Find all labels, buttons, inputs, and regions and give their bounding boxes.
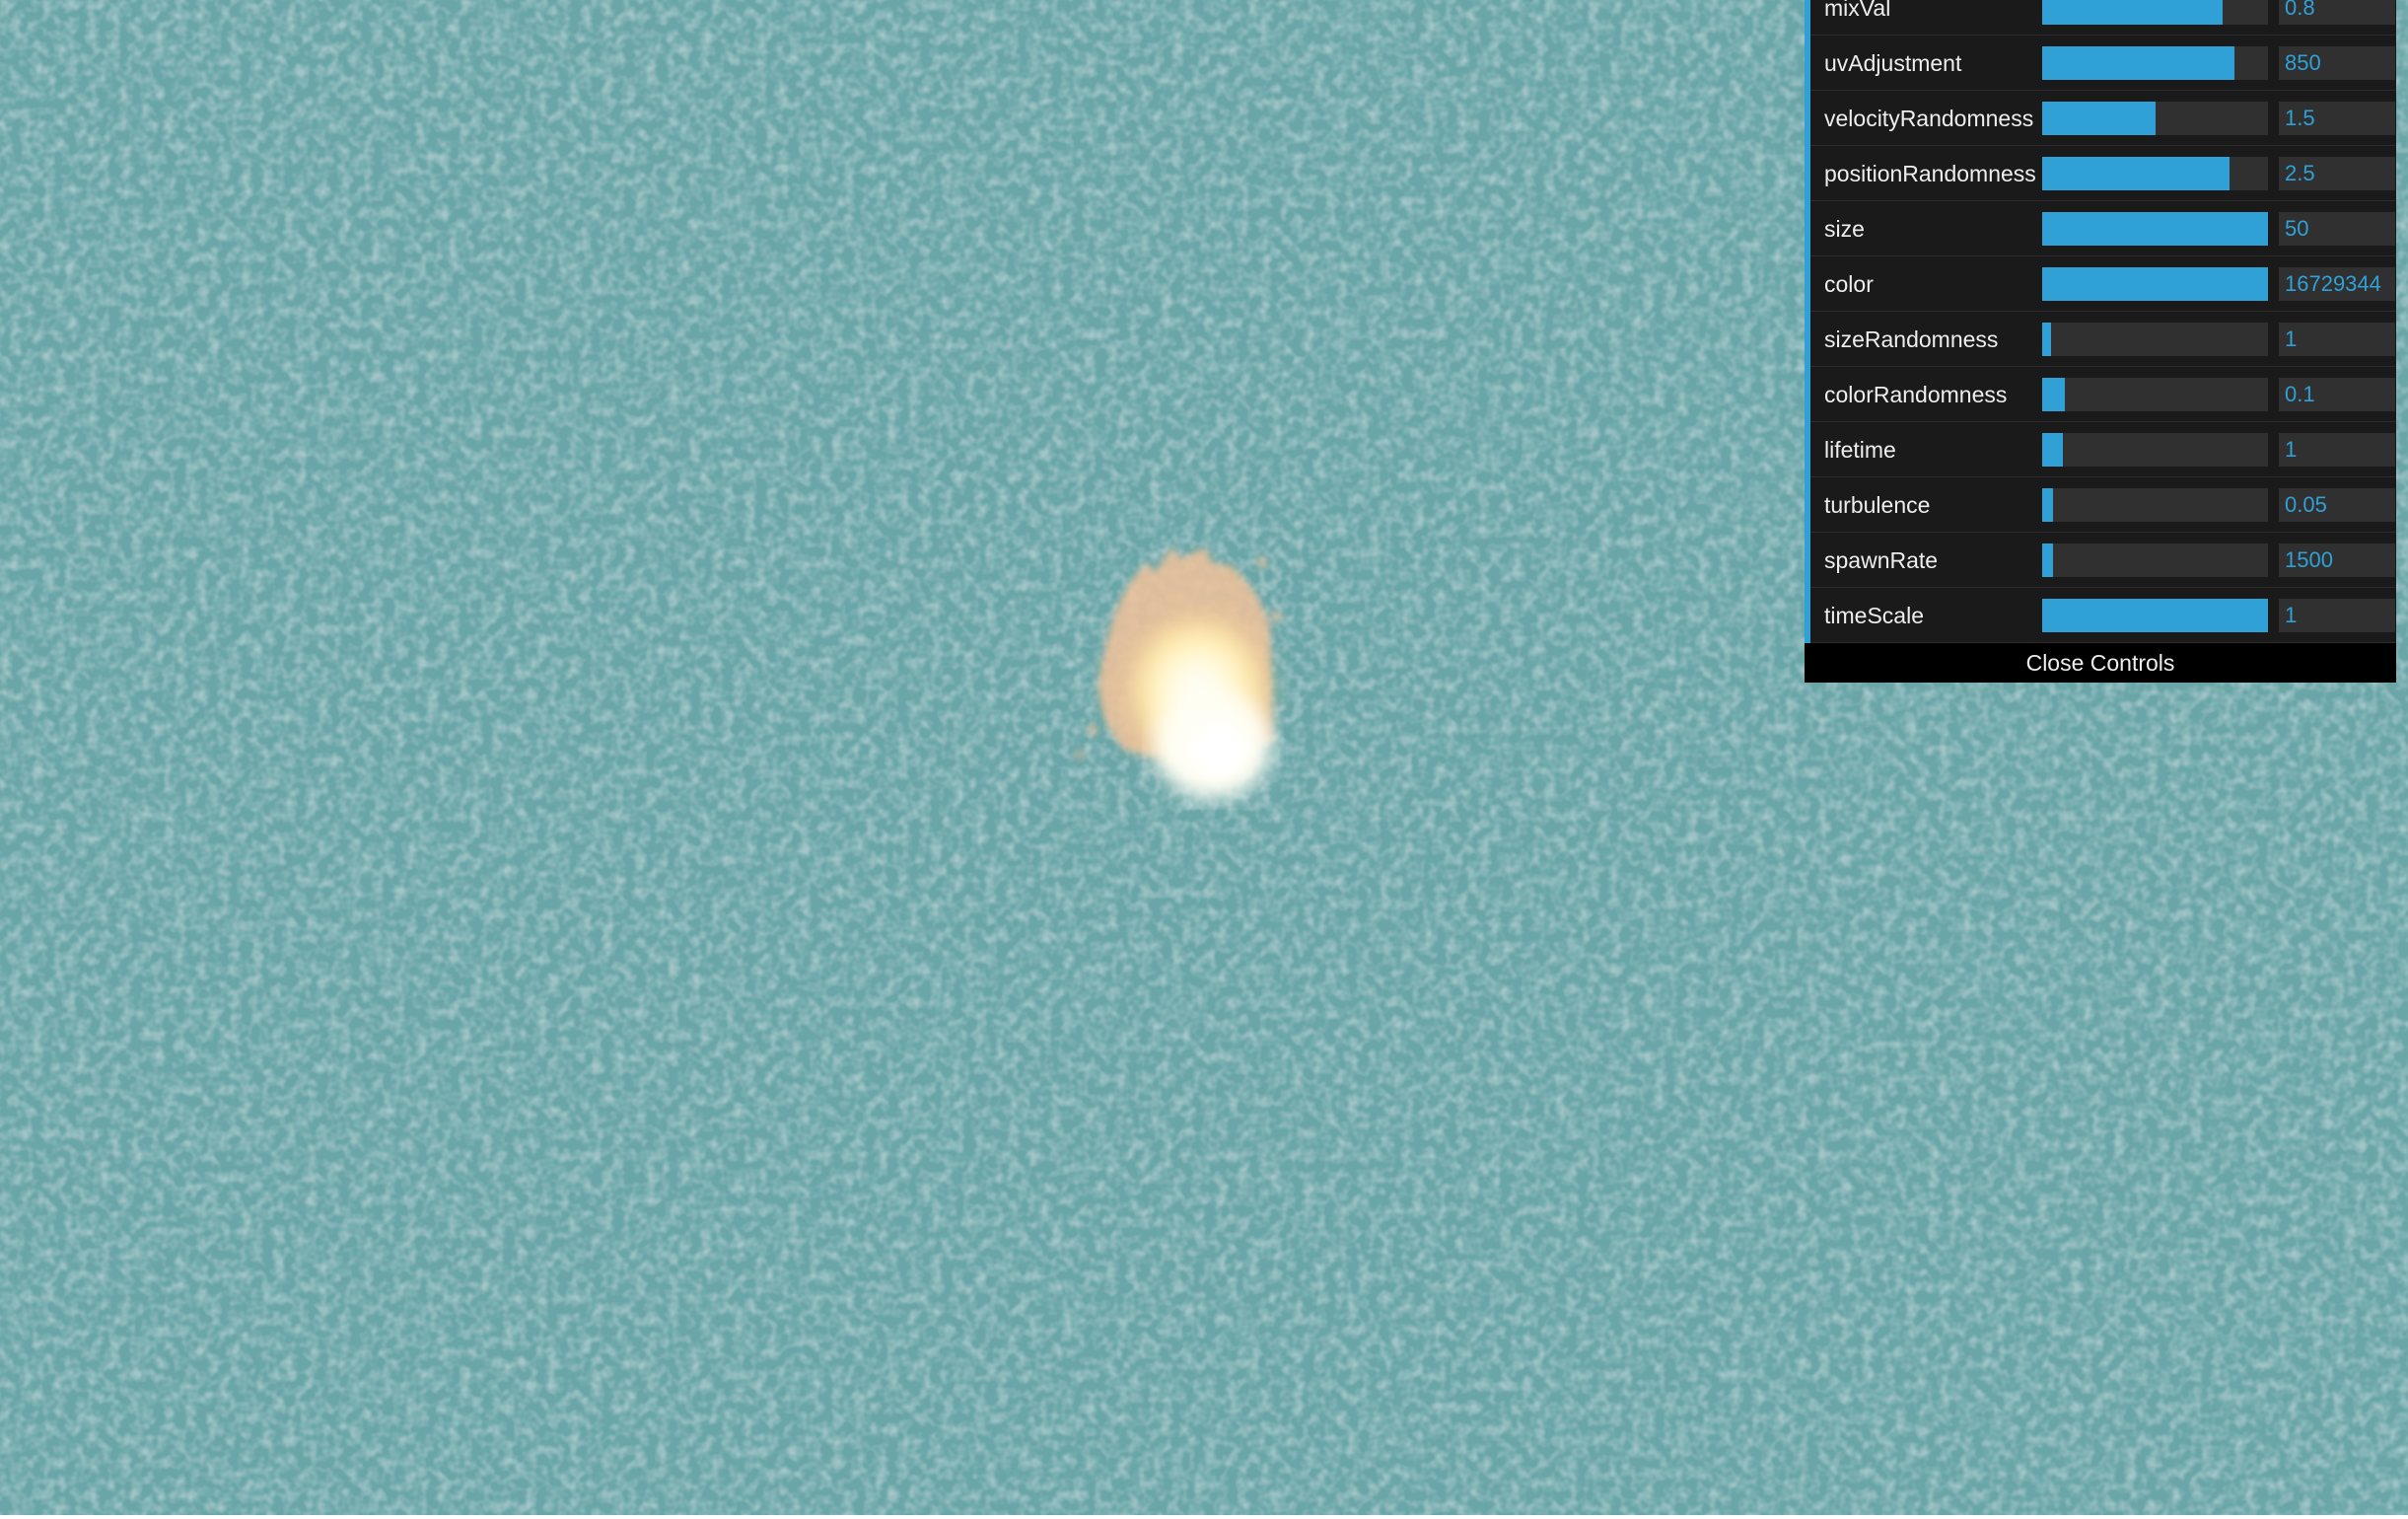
control-value-input[interactable]: 850 (2279, 46, 2395, 80)
control-label: positionRandomness (1824, 161, 2036, 186)
control-row-timeScale: timeScale 1 (1810, 588, 2396, 643)
control-label: colorRandomness (1824, 382, 2008, 407)
control-slider[interactable] (2042, 267, 2268, 301)
slider-fill (2042, 599, 2268, 632)
control-slider[interactable] (2042, 543, 2268, 577)
control-label: size (1824, 216, 1865, 242)
control-value-input[interactable]: 1 (2279, 323, 2395, 356)
control-label: sizeRandomness (1824, 326, 1999, 352)
control-slider[interactable] (2042, 323, 2268, 356)
control-row-lifetime: lifetime 1 (1810, 422, 2396, 477)
control-slider[interactable] (2042, 102, 2268, 135)
control-label: uvAdjustment (1824, 50, 1962, 76)
slider-fill (2042, 212, 2268, 246)
control-label: turbulence (1824, 492, 1931, 518)
control-label: timeScale (1824, 603, 1924, 628)
control-row-colorRandomness: colorRandomness 0.1 (1810, 367, 2396, 422)
control-value-input[interactable]: 0.1 (2279, 378, 2395, 411)
slider-fill (2042, 267, 2268, 301)
control-slider[interactable] (2042, 157, 2268, 190)
control-value-input[interactable]: 16729344 (2279, 267, 2395, 301)
control-label: mixVal (1824, 0, 1891, 21)
control-row-turbulence: turbulence 0.05 (1810, 477, 2396, 533)
slider-fill (2042, 157, 2231, 190)
fire-particles (1076, 547, 1282, 799)
control-slider[interactable] (2042, 599, 2268, 632)
slider-fill (2042, 0, 2224, 25)
control-row-color: color 16729344 (1810, 256, 2396, 312)
control-row-mixVal: mixVal 0.8 (1810, 0, 2396, 36)
control-slider[interactable] (2042, 46, 2268, 80)
control-label: color (1824, 271, 1874, 297)
control-slider[interactable] (2042, 433, 2268, 467)
slider-fill (2042, 433, 2063, 467)
control-slider[interactable] (2042, 0, 2268, 25)
control-row-uvAdjustment: uvAdjustment 850 (1810, 36, 2396, 91)
control-slider[interactable] (2042, 488, 2268, 522)
control-label: spawnRate (1824, 547, 1939, 573)
control-value-input[interactable]: 50 (2279, 212, 2395, 246)
control-row-sizeRandomness: sizeRandomness 1 (1810, 312, 2396, 367)
control-value-input[interactable]: 1 (2279, 433, 2395, 467)
control-value-input[interactable]: 0.8 (2279, 0, 2395, 25)
control-value-input[interactable]: 2.5 (2279, 157, 2395, 190)
control-value-input[interactable]: 0.05 (2279, 488, 2395, 522)
slider-fill (2042, 543, 2054, 577)
control-slider[interactable] (2042, 378, 2268, 411)
slider-fill (2042, 46, 2234, 80)
control-row-positionRandomness: positionRandomness 2.5 (1810, 146, 2396, 201)
dat-gui-panel: mixVal 0.8 uvAdjustment 850 velocityRandomne… (1805, 0, 2396, 683)
slider-fill (2042, 488, 2054, 522)
control-slider[interactable] (2042, 212, 2268, 246)
control-value-input[interactable]: 1 (2279, 599, 2395, 632)
slider-fill (2042, 323, 2052, 356)
control-row-size: size 50 (1810, 201, 2396, 256)
control-value-input[interactable]: 1500 (2279, 543, 2395, 577)
slider-fill (2042, 378, 2065, 411)
control-row-velocityRandomness: velocityRandomness 1.5 (1810, 91, 2396, 146)
control-row-spawnRate: spawnRate 1500 (1810, 533, 2396, 588)
slider-fill (2042, 102, 2156, 135)
control-label: velocityRandomness (1824, 106, 2034, 131)
close-controls-button[interactable]: Close Controls (1805, 643, 2396, 683)
control-label: lifetime (1824, 437, 1896, 463)
control-value-input[interactable]: 1.5 (2279, 102, 2395, 135)
